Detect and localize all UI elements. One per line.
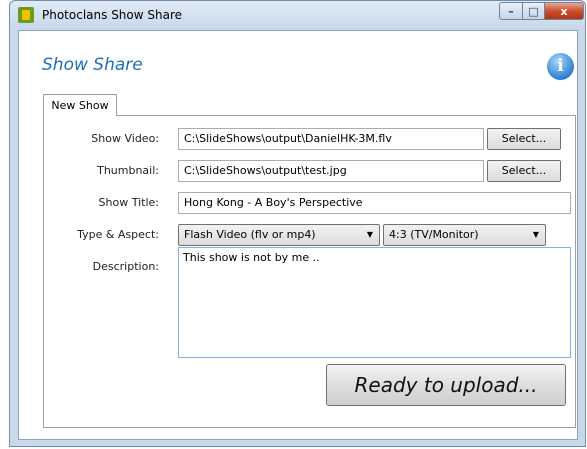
thumbnail-select-button[interactable]: Select... bbox=[487, 160, 561, 182]
maximize-button[interactable]: □ bbox=[522, 2, 545, 20]
show-title-field[interactable]: Hong Kong - A Boy's Perspective bbox=[178, 192, 571, 214]
minimize-button[interactable]: – bbox=[499, 2, 523, 20]
app-icon bbox=[18, 7, 34, 23]
aspect-dropdown-value: 4:3 (TV/Monitor) bbox=[389, 228, 479, 241]
description-label: Description: bbox=[92, 260, 159, 273]
window-title: Photoclans Show Share bbox=[42, 8, 183, 22]
chevron-down-icon: ▼ bbox=[366, 230, 373, 239]
aspect-dropdown[interactable]: 4:3 (TV/Monitor) ▼ bbox=[383, 224, 546, 246]
client-area: Show Share i New Show Show Video: C:\Sli… bbox=[18, 30, 578, 440]
thumbnail-field[interactable]: C:\SlideShows\output\test.jpg bbox=[178, 160, 484, 182]
type-aspect-label: Type & Aspect: bbox=[77, 228, 159, 241]
show-title-label: Show Title: bbox=[98, 196, 159, 209]
info-icon[interactable]: i bbox=[547, 53, 574, 80]
chevron-down-icon: ▼ bbox=[532, 230, 539, 239]
thumbnail-label: Thumbnail: bbox=[97, 164, 159, 177]
type-dropdown-value: Flash Video (flv or mp4) bbox=[184, 228, 316, 241]
upload-button[interactable]: Ready to upload... bbox=[326, 364, 566, 406]
show-video-field[interactable]: C:\SlideShows\output\DanielHK-3M.flv bbox=[178, 128, 484, 150]
type-dropdown[interactable]: Flash Video (flv or mp4) ▼ bbox=[178, 224, 380, 246]
close-button[interactable]: x bbox=[544, 2, 584, 20]
app-window: Photoclans Show Share – □ x Show Share i… bbox=[9, 0, 586, 447]
title-bar[interactable]: Photoclans Show Share – □ x bbox=[10, 1, 585, 29]
show-video-label: Show Video: bbox=[91, 132, 159, 145]
page-title: Show Share bbox=[42, 55, 143, 75]
tab-new-show[interactable]: New Show bbox=[43, 94, 117, 116]
show-video-select-button[interactable]: Select... bbox=[487, 128, 561, 150]
description-textarea[interactable]: This show is not by me .. bbox=[178, 247, 571, 358]
